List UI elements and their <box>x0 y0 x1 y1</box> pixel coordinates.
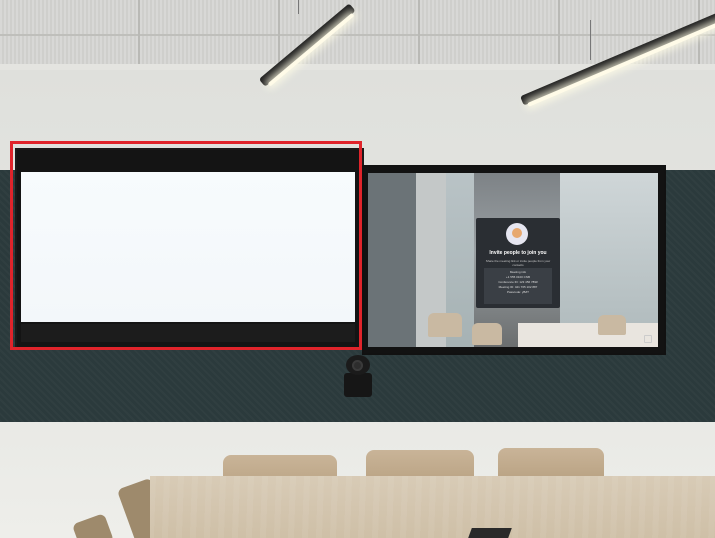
light-wire <box>590 20 591 60</box>
light-wire <box>298 0 299 14</box>
video-chair <box>598 315 626 335</box>
invite-panel: Invite people to join you Share the meet… <box>476 218 560 308</box>
invite-title: Invite people to join you <box>489 250 547 256</box>
meeting-details: Meeting info +1 555 0100 CNB Conference … <box>484 268 552 304</box>
right-display: Invite people to join you Share the meet… <box>362 165 666 355</box>
details-line: Passcode: yBZT <box>506 290 529 294</box>
camera-base <box>344 373 372 397</box>
camera-lens-icon <box>352 360 363 371</box>
camera-indicator-icon <box>644 335 652 343</box>
video-wall-segment <box>368 173 416 347</box>
table-cable-slot <box>468 528 512 538</box>
invite-subtitle: Share the meeting link or invite people … <box>485 259 551 267</box>
highlight-box <box>10 141 362 350</box>
avatar-icon <box>506 223 528 245</box>
video-desk <box>518 323 658 347</box>
video-chair <box>428 313 462 337</box>
video-chair <box>472 323 502 345</box>
meeting-room-photo: Invite people to join you Share the meet… <box>0 0 715 538</box>
conference-table <box>150 476 715 538</box>
conference-camera <box>344 355 372 399</box>
room-video-feed: Invite people to join you Share the meet… <box>368 173 658 347</box>
